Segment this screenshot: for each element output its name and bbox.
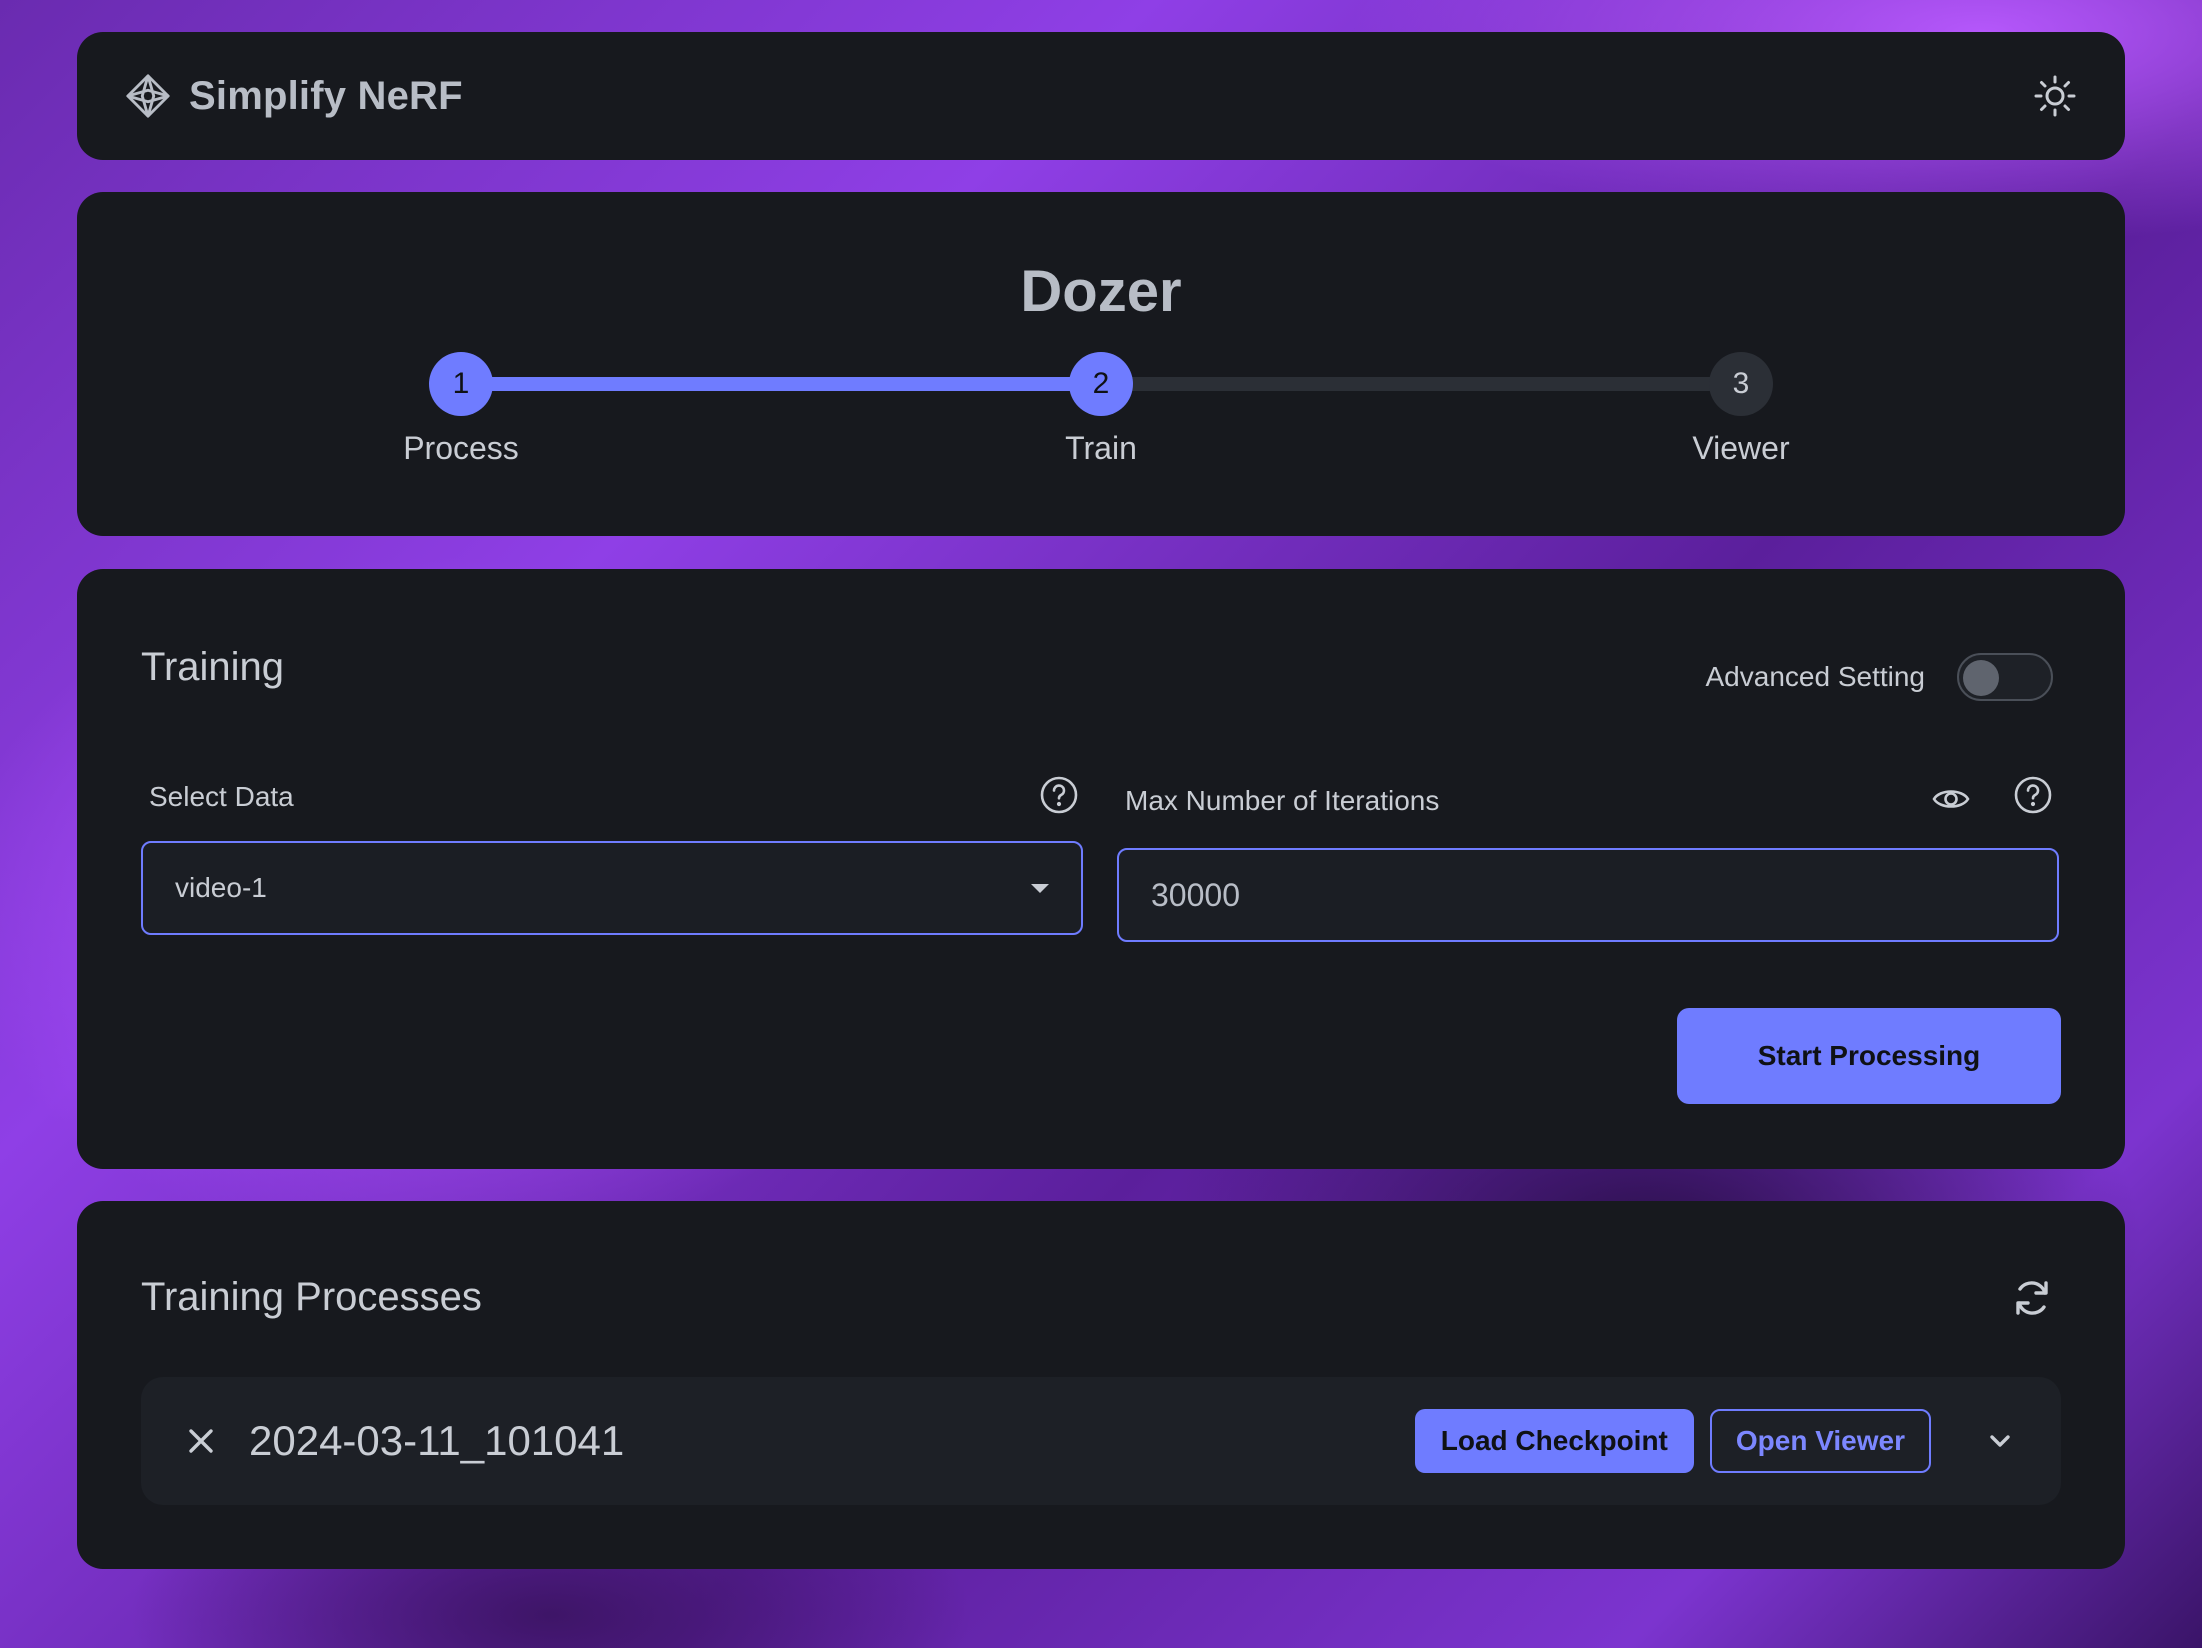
max-iterations-input[interactable]: 30000 [1117, 848, 2059, 942]
start-processing-button[interactable]: Start Processing [1677, 1008, 2061, 1104]
advanced-setting: Advanced Setting [1705, 653, 2053, 701]
training-processes-title: Training Processes [141, 1275, 482, 1319]
step-train[interactable]: 2 Train [1001, 352, 1201, 467]
toggle-knob [1963, 660, 1999, 696]
training-card: Training Advanced Setting Select Data vi… [77, 569, 2125, 1169]
open-viewer-button[interactable]: Open Viewer [1709, 1409, 1931, 1473]
app-title: Simplify NeRF [189, 73, 463, 118]
process-row: 2024-03-11_101041 Load Checkpoint Open V… [141, 1377, 2061, 1505]
chevron-down-icon[interactable] [1983, 1424, 2017, 1458]
refresh-icon[interactable] [2011, 1277, 2053, 1319]
advanced-setting-toggle[interactable] [1957, 653, 2053, 701]
process-actions: Load Checkpoint Open Viewer [1414, 1409, 2017, 1473]
help-icon[interactable] [2013, 775, 2053, 815]
step-number: 2 [1069, 352, 1133, 416]
step-viewer[interactable]: 3 Viewer [1641, 352, 1841, 467]
step-process[interactable]: 1 Process [361, 352, 561, 467]
select-data-dropdown[interactable]: video-1 [141, 841, 1083, 935]
sun-icon[interactable] [2033, 74, 2077, 118]
load-checkpoint-button[interactable]: Load Checkpoint [1414, 1409, 1694, 1473]
nerf-logo-icon [126, 74, 170, 118]
step-label: Process [403, 430, 519, 466]
project-title: Dozer [1020, 259, 1182, 324]
app-header: Simplify NeRF [77, 32, 2125, 160]
step-number: 1 [429, 352, 493, 416]
process-name: 2024-03-11_101041 [249, 1417, 625, 1464]
brand[interactable]: Simplify NeRF [125, 73, 463, 119]
max-iterations-label: Max Number of Iterations [1125, 785, 1440, 816]
training-title: Training [141, 645, 285, 689]
training-processes-card: Training Processes 2024-03-11_101041 Loa… [77, 1201, 2125, 1569]
caret-down-icon [1031, 883, 1049, 893]
advanced-setting-label: Advanced Setting [1705, 661, 1926, 692]
progress-stepper-card: Dozer 1 Process 2 Train 3 Viewer [77, 192, 2125, 536]
select-data-value: video-1 [175, 872, 267, 903]
select-data-label: Select Data [149, 781, 294, 812]
step-number: 3 [1709, 352, 1773, 416]
step-label: Viewer [1692, 430, 1790, 466]
close-icon[interactable] [185, 1425, 217, 1457]
help-icon[interactable] [1039, 775, 1079, 815]
eye-icon[interactable] [1931, 779, 1971, 819]
step-label: Train [1065, 430, 1137, 466]
max-iterations-value: 30000 [1151, 876, 1240, 913]
